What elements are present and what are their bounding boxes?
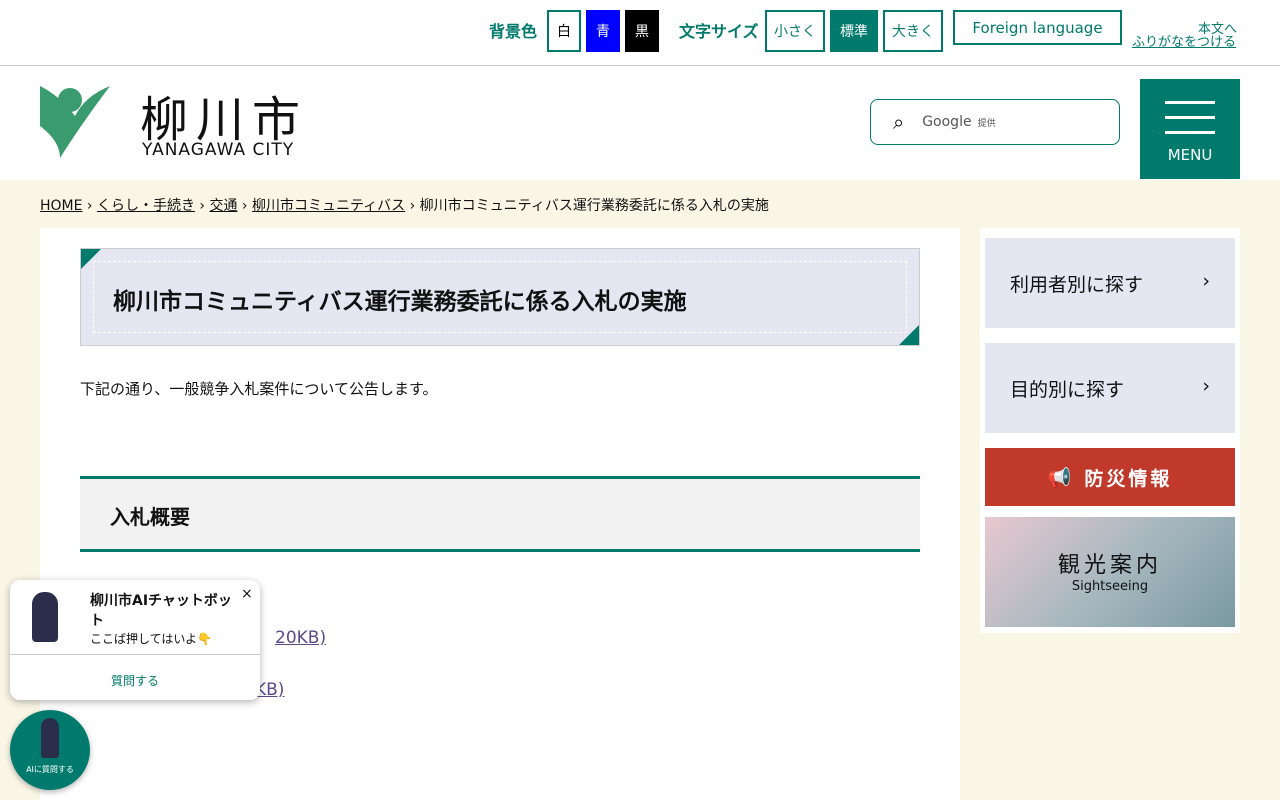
chevron-right-icon: ›: [1202, 375, 1210, 397]
document-link-1[interactable]: 20KB): [275, 628, 326, 648]
disaster-info-banner[interactable]: 📢 防災情報: [985, 448, 1235, 506]
search-brand: Google: [922, 114, 972, 130]
font-normal-button[interactable]: 標準: [830, 10, 878, 52]
breadcrumb-home[interactable]: HOME: [40, 198, 82, 214]
chevron-right-icon: ›: [1202, 270, 1210, 292]
section-heading: 入札概要: [80, 476, 920, 552]
search-icon[interactable]: ⌕: [893, 110, 904, 134]
tourism-title: 観光案内: [1057, 553, 1162, 578]
menu-label: MENU: [1167, 146, 1213, 164]
tourism-banner[interactable]: 観光案内 Sightseeing: [985, 517, 1235, 627]
tourism-subtitle: Sightseeing: [1071, 579, 1149, 594]
chatbot-avatar: [41, 718, 59, 758]
breadcrumb-life[interactable]: くらし・手続き: [97, 198, 195, 214]
breadcrumb: HOME › くらし・手続き › 交通 › 柳川市コミュニティバス › 柳川市コ…: [40, 198, 769, 214]
font-size-label: 文字サイズ: [679, 22, 759, 41]
bg-blue-button[interactable]: 青: [586, 10, 620, 52]
chatbot-avatar: [32, 592, 58, 642]
search-provided: 提供: [977, 118, 996, 129]
menu-button[interactable]: MENU: [1140, 79, 1240, 179]
chatbot-fab-button[interactable]: AIに質問する: [10, 710, 90, 790]
disaster-label: 防災情報: [1084, 467, 1173, 490]
megaphone-icon: 📢: [1047, 466, 1075, 489]
breadcrumb-bus[interactable]: 柳川市コミュニティバス: [252, 198, 405, 214]
sidebar: 利用者別に探す › 目的別に探す › 📢 防災情報 観光案内 Sightseeing: [980, 228, 1240, 633]
by-user-label: 利用者別に探す: [1010, 274, 1144, 296]
city-logo-icon[interactable]: [40, 86, 115, 158]
utility-bar: 背景色 白 青 黒 文字サイズ 小さく 標準 大きく Foreign langu…: [0, 0, 1280, 66]
font-large-button[interactable]: 大きく: [883, 10, 943, 52]
chatbot-popup: 柳川市AIチャットボット × ここば押してはいよ👇 質問する: [10, 580, 260, 700]
foreign-language-button[interactable]: Foreign language: [953, 10, 1122, 45]
ask-button[interactable]: 質問する: [10, 672, 260, 689]
bg-color-label: 背景色: [489, 22, 538, 41]
breadcrumb-current: 柳川市コミュニティバス運行業務委託に係る入札の実施: [419, 198, 769, 214]
page-title: 柳川市コミュニティバス運行業務委託に係る入札の実施: [113, 289, 687, 315]
intro-text: 下記の通り、一般競争入札案件について公告します。: [80, 380, 438, 398]
furigana-link[interactable]: ふりがなをつける: [1132, 31, 1236, 50]
by-purpose-label: 目的別に探す: [1010, 379, 1125, 401]
search-by-purpose-button[interactable]: 目的別に探す ›: [985, 343, 1235, 433]
bg-white-button[interactable]: 白: [547, 10, 581, 52]
search-by-user-button[interactable]: 利用者別に探す ›: [985, 238, 1235, 328]
chatbot-title: 柳川市AIチャットボット: [90, 593, 232, 629]
page-title-box: 柳川市コミュニティバス運行業務委託に係る入札の実施: [80, 248, 920, 346]
font-small-button[interactable]: 小さく: [765, 10, 825, 52]
breadcrumb-transport[interactable]: 交通: [209, 198, 237, 214]
chatbot-message: ここば押してはいよ👇: [90, 632, 213, 646]
close-icon[interactable]: ×: [241, 586, 253, 602]
main-content: 柳川市コミュニティバス運行業務委託に係る入札の実施 下記の通り、一般競争入札案件…: [40, 228, 960, 800]
logo-english: YANAGAWA CITY: [142, 140, 295, 160]
search-input[interactable]: ⌕ Google 提供: [870, 99, 1120, 145]
bg-black-button[interactable]: 黒: [625, 10, 659, 52]
fab-label: AIに質問する: [26, 765, 74, 774]
